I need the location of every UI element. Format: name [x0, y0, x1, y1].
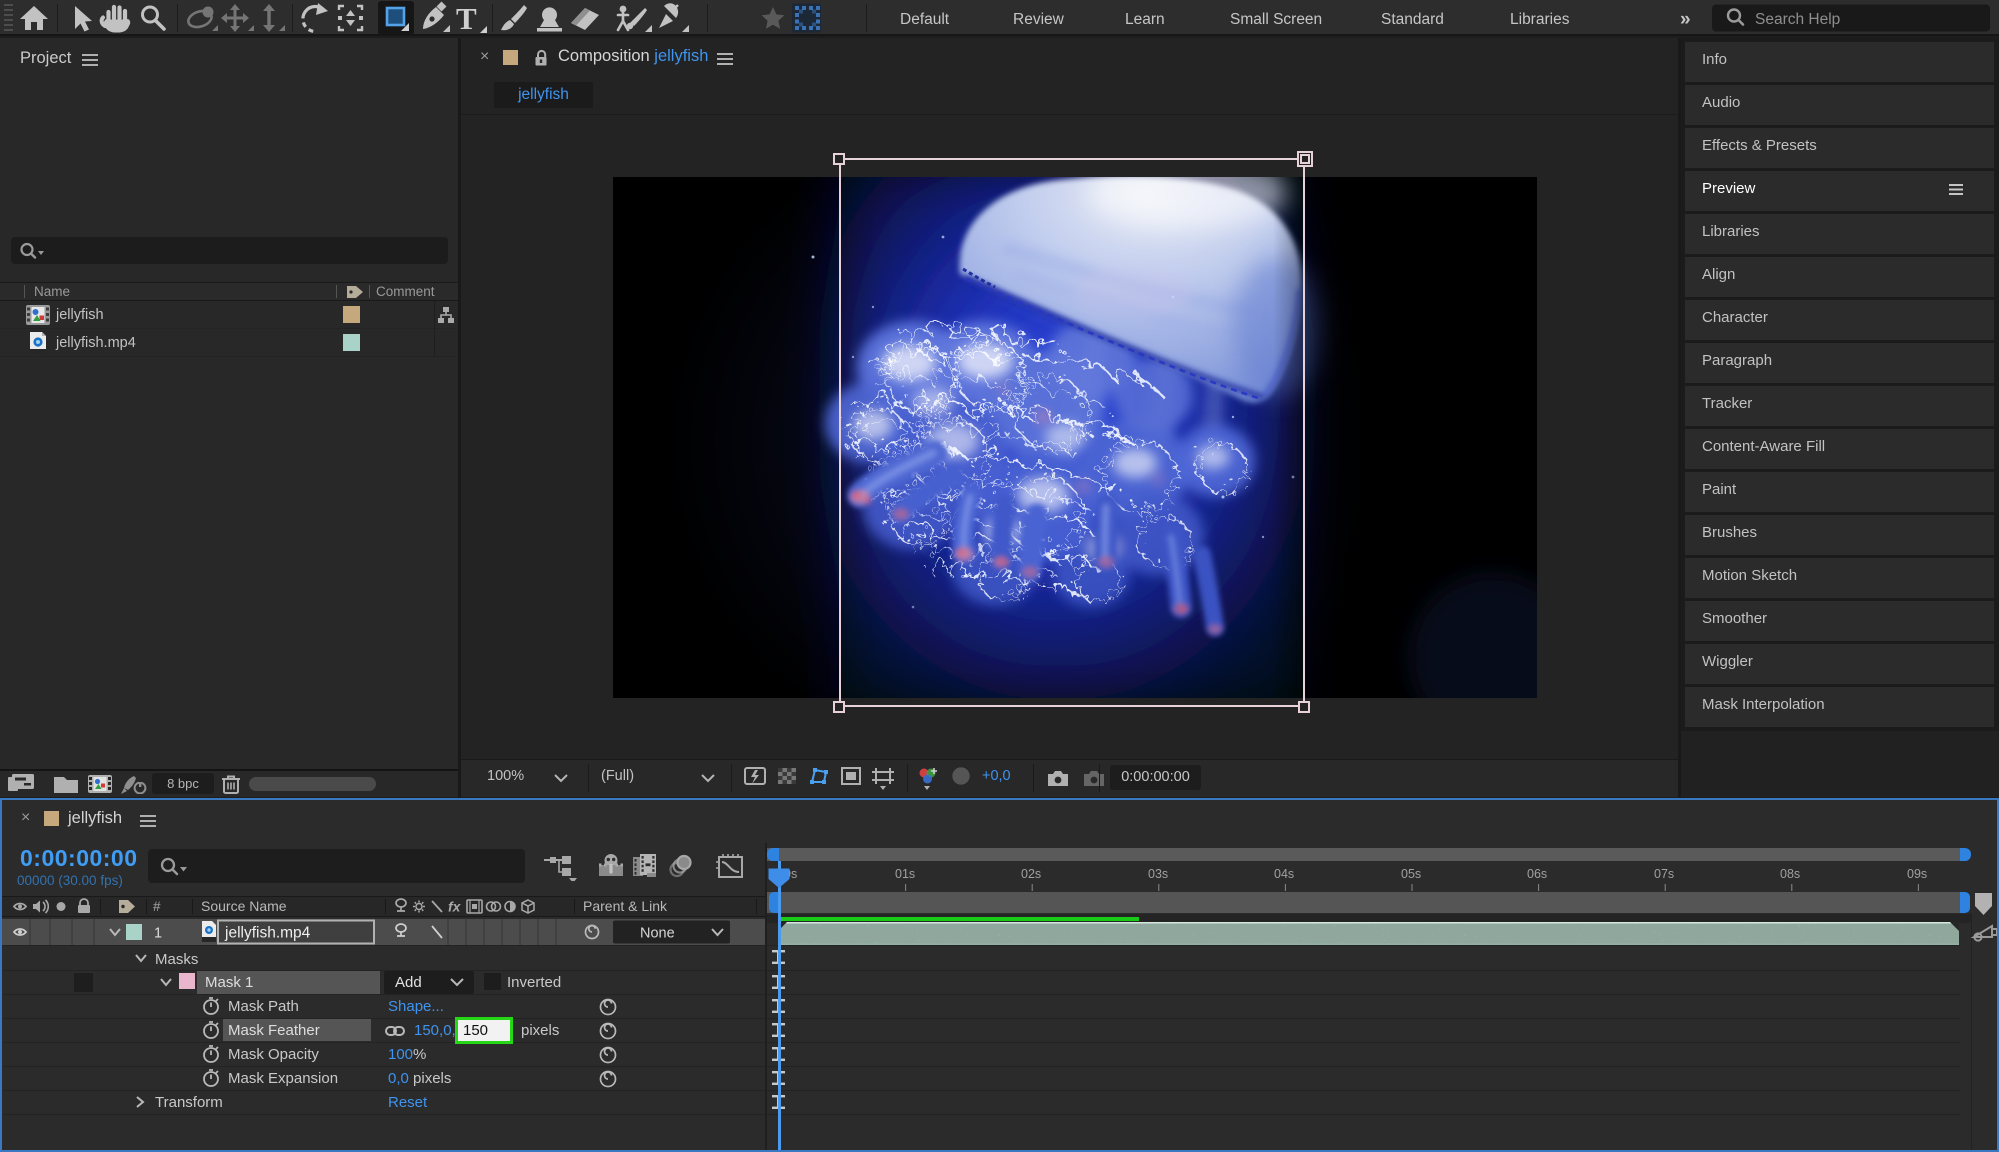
- svg-text:03s: 03s: [1148, 867, 1168, 881]
- svg-text:jellyfish.mp4: jellyfish.mp4: [224, 925, 311, 942]
- svg-text:Masks: Masks: [155, 951, 198, 967]
- svg-text:T: T: [456, 1, 477, 36]
- svg-text:Search Help: Search Help: [1755, 11, 1840, 28]
- svg-text:Source Name: Source Name: [201, 898, 287, 914]
- svg-text:04s: 04s: [1274, 867, 1294, 881]
- svg-text:05s: 05s: [1401, 867, 1421, 881]
- svg-text:Standard: Standard: [1381, 11, 1444, 28]
- svg-text:01s: 01s: [895, 867, 915, 881]
- svg-text:06s: 06s: [1527, 867, 1547, 881]
- svg-text:07s: 07s: [1654, 867, 1674, 881]
- svg-text:Small Screen: Small Screen: [1230, 11, 1322, 28]
- svg-text:Libraries: Libraries: [1510, 11, 1570, 28]
- svg-text:None: None: [640, 926, 675, 942]
- svg-text:Default: Default: [900, 11, 950, 28]
- svg-text:1: 1: [154, 926, 162, 942]
- svg-text:fx: fx: [448, 899, 462, 915]
- svg-text:Transform: Transform: [155, 1094, 223, 1111]
- svg-text:09s: 09s: [1907, 867, 1927, 881]
- svg-text:Review: Review: [1013, 11, 1065, 28]
- svg-text:#: #: [153, 899, 161, 914]
- svg-text:02s: 02s: [1021, 867, 1041, 881]
- svg-text:»: »: [1680, 9, 1691, 30]
- svg-text:Learn: Learn: [1125, 11, 1165, 28]
- svg-text:Parent & Link: Parent & Link: [583, 898, 668, 914]
- svg-text:08s: 08s: [1780, 867, 1800, 881]
